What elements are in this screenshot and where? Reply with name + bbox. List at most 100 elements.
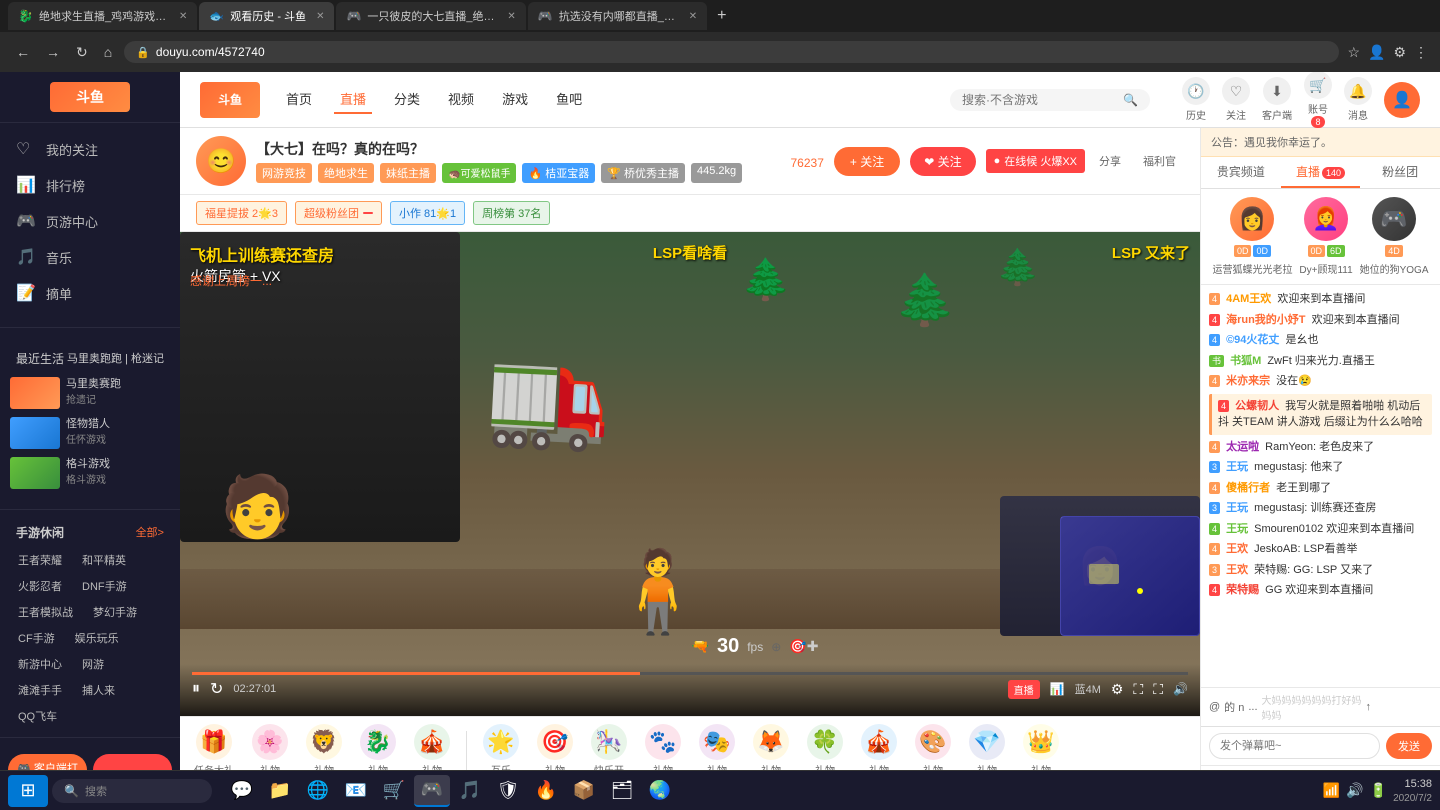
co-streamer-1[interactable]: 👩 0D 0D 运营狐蝶光光老拉 bbox=[1212, 197, 1292, 276]
back-button[interactable]: ← bbox=[12, 40, 34, 64]
tab-3-close[interactable]: ✕ bbox=[507, 11, 515, 22]
game-tag-10[interactable]: 滩滩手手 bbox=[10, 679, 70, 701]
menu-live[interactable]: 直播 bbox=[334, 85, 372, 114]
menu-fishbar[interactable]: 鱼吧 bbox=[550, 85, 588, 114]
taskbar-icon-package[interactable]: 📦 bbox=[566, 775, 602, 807]
new-tab-button[interactable]: + bbox=[709, 7, 734, 25]
chat-send-button[interactable]: 发送 bbox=[1386, 733, 1432, 759]
co-streamer-3[interactable]: 🎮 4D 她位的狗YOGA bbox=[1360, 197, 1429, 276]
game-tag-0[interactable]: 王者荣耀 bbox=[10, 549, 70, 571]
sidebar-item-game-center[interactable]: 🎮 页游中心 bbox=[0, 203, 180, 239]
game-tag-7[interactable]: 娱乐玩乐 bbox=[67, 627, 127, 649]
minimap-zone bbox=[1089, 564, 1119, 584]
taskbar-icon-file[interactable]: 📁 bbox=[262, 775, 298, 807]
tab-1[interactable]: 🐉 绝地求生直播_鸡鸡游戏视频解... ✕ bbox=[8, 2, 197, 30]
taskbar-icon-store[interactable]: 🛒 bbox=[376, 775, 412, 807]
game-tag-11[interactable]: 捕人来 bbox=[74, 679, 123, 701]
user-avatar[interactable]: 👤 bbox=[1384, 82, 1420, 118]
refresh-button[interactable]: ↻ bbox=[210, 679, 223, 699]
chat-input[interactable] bbox=[1209, 733, 1380, 759]
video-controls: ⏸ ↻ 02:27:01 直播 📊 蓝4M ⚙ ⛶ ⛶ 🔊 bbox=[180, 664, 1200, 716]
history-icon-item[interactable]: 🕐 历史 bbox=[1182, 77, 1210, 122]
game-tag-1[interactable]: 和平精英 bbox=[74, 549, 134, 571]
menu-game[interactable]: 游戏 bbox=[496, 85, 534, 114]
game-tag-12[interactable]: QQ飞车 bbox=[10, 705, 65, 727]
promo-tag-0[interactable]: 福星提拔 2🌟3 bbox=[196, 201, 287, 225]
home-button[interactable]: ⌂ bbox=[100, 40, 116, 64]
recommend-item-2[interactable]: 怪物猎人 任怀游戏 bbox=[0, 413, 180, 453]
welfare-button[interactable]: 福利官 bbox=[1135, 149, 1184, 173]
sidebar-item-follow[interactable]: ♡ 我的关注 bbox=[0, 131, 180, 167]
recommend-item-1[interactable]: 马里奥赛跑 抢遗记 bbox=[0, 373, 180, 413]
forward-button[interactable]: → bbox=[42, 40, 64, 64]
game-tag-4[interactable]: 王者模拟战 bbox=[10, 601, 81, 623]
reload-button[interactable]: ↻ bbox=[72, 40, 92, 65]
taskbar-icon-game[interactable]: 🎮 bbox=[414, 775, 450, 807]
taskbar-search[interactable]: 🔍 搜索 bbox=[52, 779, 212, 803]
game-tag-5[interactable]: 梦幻手游 bbox=[85, 601, 145, 623]
taskbar-icon-globe[interactable]: 🌏 bbox=[642, 775, 678, 807]
menu-icon[interactable]: ⋮ bbox=[1414, 44, 1428, 61]
stats-button[interactable]: 📊 bbox=[1050, 682, 1065, 696]
sidebar-divider bbox=[0, 327, 180, 328]
game-tag-3[interactable]: DNF手游 bbox=[74, 575, 135, 597]
follow-button[interactable]: + 关注 bbox=[834, 147, 900, 176]
menu-video[interactable]: 视频 bbox=[442, 85, 480, 114]
fullscreen-button[interactable]: ⛶ bbox=[1153, 681, 1163, 698]
tab-1-close[interactable]: ✕ bbox=[179, 11, 187, 22]
game-tag-6[interactable]: CF手游 bbox=[10, 627, 63, 649]
user-account-icon[interactable]: 👤 bbox=[1368, 44, 1385, 61]
extensions-icon[interactable]: ⚙ bbox=[1393, 44, 1406, 61]
sidebar-item-music[interactable]: 🎵 音乐 bbox=[0, 239, 180, 275]
download-circle-icon: ⬇ bbox=[1263, 77, 1291, 105]
bell-icon-item[interactable]: 🔔 消息 bbox=[1344, 77, 1372, 122]
bookmark-star-icon[interactable]: ☆ bbox=[1347, 44, 1360, 61]
taskbar-icon-chat[interactable]: 💬 bbox=[224, 775, 260, 807]
promo-tag-1[interactable]: 超级粉丝团 bbox=[295, 201, 382, 225]
sidebar-item-notes[interactable]: 📝 摘单 bbox=[0, 275, 180, 311]
theater-button[interactable]: ⛶ bbox=[1133, 681, 1143, 698]
msg-name-3: 书狐M bbox=[1230, 355, 1261, 367]
start-button[interactable]: ⊞ bbox=[8, 775, 48, 807]
taskbar-icon-mail[interactable]: 📧 bbox=[338, 775, 374, 807]
taskbar-icon-folder[interactable]: 🗂 bbox=[604, 775, 640, 807]
play-pause-button[interactable]: ⏸ bbox=[192, 680, 200, 698]
tab-3[interactable]: 🎮 一只彼皮的大七直播_绝地... ✕ bbox=[336, 2, 525, 30]
chat-tab-fans[interactable]: 粉丝团 bbox=[1360, 157, 1440, 188]
tab-4-close[interactable]: ✕ bbox=[689, 11, 697, 22]
tab-2[interactable]: 🐟 观看历史 - 斗鱼 ✕ bbox=[199, 2, 334, 30]
search-icon[interactable]: 🔍 bbox=[1123, 93, 1138, 107]
game-tag-9[interactable]: 网游 bbox=[74, 653, 112, 675]
taskbar-icon-browser[interactable]: 🌐 bbox=[300, 775, 336, 807]
menu-home[interactable]: 首页 bbox=[280, 85, 318, 114]
msg-name-10: 王玩 bbox=[1226, 523, 1248, 535]
taskbar-icon-security[interactable]: 🛡 bbox=[490, 775, 526, 807]
promo-tag-3[interactable]: 周榜第 37名 bbox=[473, 201, 550, 225]
settings-button[interactable]: ⚙ bbox=[1111, 681, 1124, 698]
co-streamer-2[interactable]: 👩‍🦰 0D 6D Dy+顾现111 bbox=[1299, 197, 1352, 276]
taskbar-icon-fire[interactable]: 🔥 bbox=[528, 775, 564, 807]
shop-icon-item[interactable]: 🛒 账号 8 bbox=[1304, 72, 1332, 128]
game-tag-2[interactable]: 火影忍者 bbox=[10, 575, 70, 597]
sidebar-divider-3 bbox=[0, 737, 180, 738]
see-all-button[interactable]: 全部> bbox=[136, 524, 164, 541]
tab-2-close[interactable]: ✕ bbox=[316, 11, 324, 22]
search-input[interactable] bbox=[962, 93, 1117, 107]
taskbar-icon-music[interactable]: 🎵 bbox=[452, 775, 488, 807]
quality-selector[interactable]: 蓝4M bbox=[1075, 681, 1101, 697]
download-icon-item[interactable]: ⬇ 客户端 bbox=[1262, 77, 1292, 122]
tab-4[interactable]: 🎮 抗选没有内哪都直播_绝地求生直... ✕ bbox=[528, 2, 707, 30]
gift-icon-13: 🎨 bbox=[915, 724, 951, 760]
sidebar-item-rank[interactable]: 📊 排行榜 bbox=[0, 167, 180, 203]
recommend-item-3[interactable]: 格斗游戏 格斗游戏 bbox=[0, 453, 180, 493]
volume-button[interactable]: 🔊 bbox=[1173, 682, 1188, 696]
game-tag-8[interactable]: 新游中心 bbox=[10, 653, 70, 675]
chat-tab-live[interactable]: 直播140 bbox=[1281, 157, 1361, 188]
promo-tag-2[interactable]: 小作 81🌟1 bbox=[390, 201, 465, 225]
menu-category[interactable]: 分类 bbox=[388, 85, 426, 114]
chat-tab-vip[interactable]: 贵宾频道 bbox=[1201, 157, 1281, 188]
address-bar[interactable]: 🔒 douyu.com/4572740 bbox=[124, 41, 1339, 63]
favorite-icon-item[interactable]: ♡ 关注 bbox=[1222, 77, 1250, 122]
share-button[interactable]: 分享 bbox=[1091, 149, 1129, 173]
heart-follow-button[interactable]: ❤ 关注 bbox=[910, 147, 975, 176]
